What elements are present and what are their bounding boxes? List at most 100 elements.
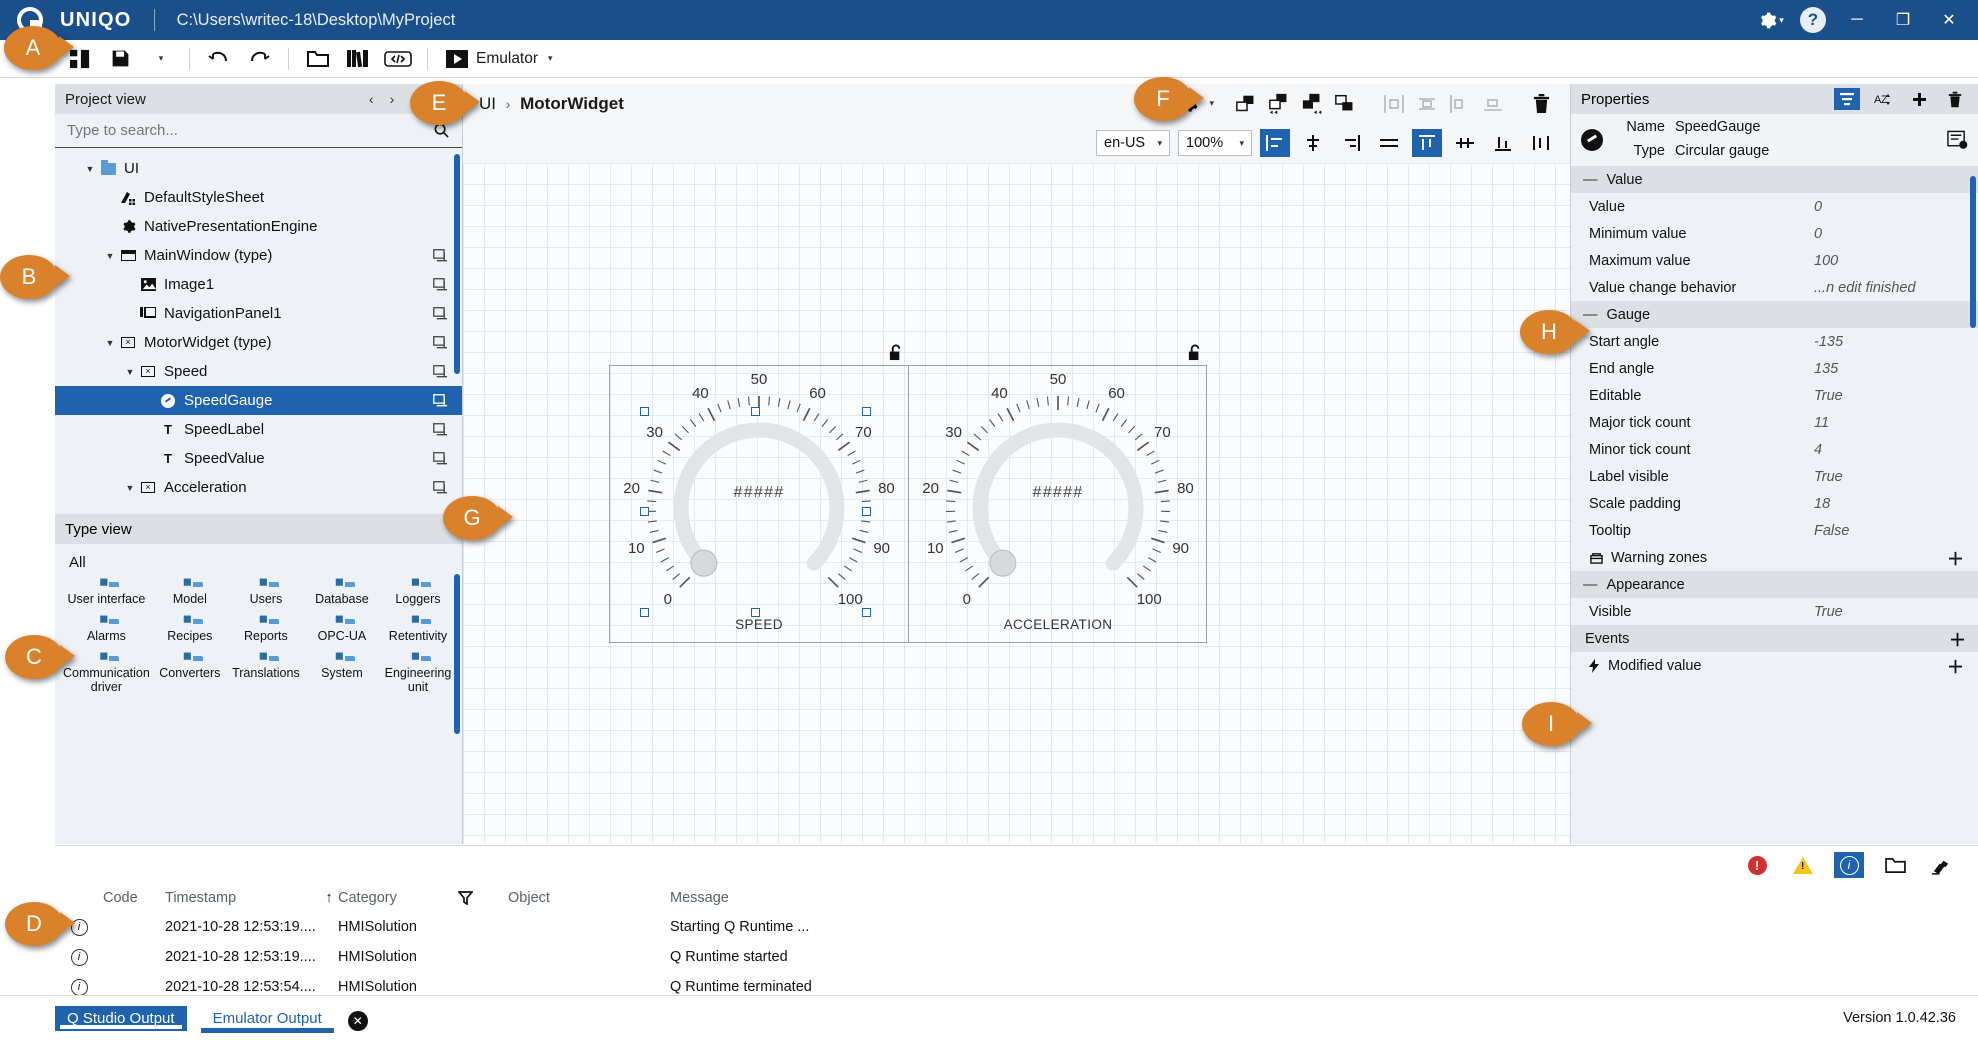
add-warning-zone-button[interactable]: ＋	[1947, 545, 1964, 570]
tree-item-acceleration[interactable]: ▼ Acceleration	[55, 473, 462, 502]
chevron-down-icon[interactable]: ▼	[83, 164, 97, 174]
tree-item-navigationpanel1[interactable]: NavigationPanel1	[55, 299, 462, 328]
nav-next-icon[interactable]: ›	[390, 91, 395, 107]
column-header-code[interactable]: Code	[103, 890, 165, 906]
locale-select[interactable]: en-US ▾	[1096, 130, 1170, 156]
distribute-left-icon[interactable]	[1379, 90, 1409, 118]
minimize-button[interactable]: ─	[1834, 0, 1880, 40]
property-value[interactable]: 135	[1814, 361, 1964, 377]
undo-icon[interactable]	[202, 42, 236, 76]
events-section-header[interactable]: Events ＋	[1571, 625, 1978, 652]
property-row-maximum-value[interactable]: Maximum value 100	[1571, 247, 1978, 274]
type-item-converters[interactable]: ◼ Converters	[152, 649, 228, 705]
collapse-icon[interactable]: —	[1583, 577, 1598, 593]
property-value[interactable]: 4	[1814, 442, 1964, 458]
align-bottom-icon[interactable]	[1488, 129, 1518, 157]
tree-item-mainwindow-type[interactable]: ▼ MainWindow (type)	[55, 241, 462, 270]
property-value[interactable]: -135	[1814, 334, 1964, 350]
column-header-message[interactable]: Message	[670, 890, 1978, 906]
resize-handle[interactable]	[862, 507, 871, 516]
close-button[interactable]: ✕	[1926, 0, 1972, 40]
log-row[interactable]: i 2021-10-28 12:53:19.... HMISolution Start…	[55, 912, 1978, 942]
chevron-down-icon[interactable]: ▼	[103, 338, 117, 348]
bring-forward-icon[interactable]	[1298, 90, 1328, 118]
properties-list[interactable]: — Value Value 0 Minimum value 0 Maximum value 1…	[1571, 166, 1978, 679]
property-section-appearance[interactable]: — Appearance	[1571, 571, 1978, 598]
column-header-category[interactable]: Category	[338, 890, 458, 906]
chevron-down-icon[interactable]: ▼	[123, 367, 137, 377]
instance-icon[interactable]	[433, 335, 448, 350]
type-item-user-interface[interactable]: ◼ User interface	[61, 576, 152, 616]
type-item-loggers[interactable]: ◼ Loggers	[380, 576, 456, 616]
column-header-timestamp[interactable]: Timestamp	[165, 890, 320, 906]
add-event-handler-button[interactable]: ＋	[1947, 653, 1964, 678]
property-row-label-visible[interactable]: Label visible True	[1571, 463, 1978, 490]
add-event-button[interactable]: ＋	[1949, 626, 1966, 651]
align-vstretch-icon[interactable]	[1526, 129, 1556, 157]
unlock-icon[interactable]	[1187, 344, 1204, 361]
align-left-icon[interactable]	[1260, 129, 1290, 157]
resize-handle[interactable]	[640, 407, 649, 416]
log-rows[interactable]: i 2021-10-28 12:53:19.... HMISolution Start…	[55, 912, 1978, 1002]
tree-item-nativepresentationengine[interactable]: NativePresentationEngine	[55, 212, 462, 241]
config-list-icon[interactable]	[1947, 130, 1968, 150]
resize-handle[interactable]	[862, 608, 871, 617]
type-view-scrollbar[interactable]	[454, 574, 460, 734]
distribute-bottom-icon[interactable]	[1478, 90, 1508, 118]
property-row-value[interactable]: Value 0	[1571, 193, 1978, 220]
properties-scrollbar[interactable]	[1970, 176, 1976, 328]
filter-icon[interactable]	[1834, 88, 1860, 110]
instance-icon[interactable]	[433, 277, 448, 292]
property-value[interactable]: True	[1814, 388, 1964, 404]
instance-icon[interactable]	[433, 248, 448, 263]
event-row-modified-value[interactable]: Modified value ＋	[1571, 652, 1978, 679]
property-section-gauge[interactable]: — Gauge	[1571, 301, 1978, 328]
property-row-value-change-behavior[interactable]: Value change behavior ...n edit finished	[1571, 274, 1978, 301]
type-view-grid[interactable]: ◼ User interface ◼ Model ◼ Users ◼ Database ◼ Log…	[55, 575, 462, 708]
type-item-engineering-unit[interactable]: ◼ Engineering unit	[380, 649, 456, 705]
unlock-icon[interactable]	[888, 344, 905, 361]
error-icon[interactable]: !	[1742, 852, 1772, 878]
project-tree-scrollbar[interactable]	[454, 154, 460, 374]
property-value[interactable]: 18	[1814, 496, 1964, 512]
property-row-end-angle[interactable]: End angle 135	[1571, 355, 1978, 382]
property-row-minor-tick-count[interactable]: Minor tick count 4	[1571, 436, 1978, 463]
align-hstretch-icon[interactable]	[1374, 129, 1404, 157]
instance-icon[interactable]	[433, 364, 448, 379]
project-search-bar[interactable]	[55, 114, 462, 148]
breadcrumb-root[interactable]: UI	[479, 94, 496, 113]
tree-item-speed[interactable]: ▼ Speed	[55, 357, 462, 386]
sort-ascending-icon[interactable]: ↑	[320, 890, 338, 906]
property-value[interactable]: True	[1814, 469, 1964, 485]
type-item-database[interactable]: ◼ Database	[304, 576, 380, 616]
property-row-editable[interactable]: Editable True	[1571, 382, 1978, 409]
search-input[interactable]	[67, 122, 433, 139]
tree-item-motorwidget-type[interactable]: ▼ MotorWidget (type)	[55, 328, 462, 357]
redo-icon[interactable]	[242, 42, 276, 76]
speed-gauge-pane[interactable]: 0 10 20 30 40 50 60 70 80 90 100 ##### SPEED	[610, 344, 908, 642]
chevron-down-icon[interactable]: ▼	[103, 251, 117, 261]
resize-handle[interactable]	[862, 407, 871, 416]
save-dropdown-caret[interactable]: ▾	[143, 42, 177, 76]
tab-emulator-output[interactable]: Emulator Output	[200, 1006, 335, 1033]
run-target-caret-icon[interactable]: ▾	[548, 53, 553, 64]
type-view-filter-label[interactable]: All	[55, 544, 462, 575]
maximize-button[interactable]: ❐	[1880, 0, 1926, 40]
align-right-icon[interactable]	[1336, 129, 1366, 157]
library-icon[interactable]	[341, 42, 375, 76]
info-icon[interactable]: i	[1834, 852, 1864, 878]
close-icon[interactable]: ✕	[347, 1010, 368, 1031]
resize-handle[interactable]	[751, 407, 760, 416]
property-row-major-tick-count[interactable]: Major tick count 11	[1571, 409, 1978, 436]
type-item-translations[interactable]: ◼ Translations	[228, 649, 304, 705]
instance-icon[interactable]	[433, 306, 448, 321]
chevron-down-icon[interactable]: ▼	[123, 483, 137, 493]
clear-icon[interactable]	[1926, 852, 1956, 878]
tree-item-speedgauge[interactable]: SpeedGauge	[55, 386, 462, 415]
send-back-icon[interactable]	[1331, 90, 1361, 118]
instance-icon[interactable]	[433, 480, 448, 495]
help-button[interactable]: ?	[1792, 0, 1834, 40]
type-item-recipes[interactable]: ◼ Recipes	[152, 612, 228, 653]
property-value[interactable]: True	[1814, 604, 1964, 620]
sort-az-icon[interactable]: AZ	[1870, 88, 1896, 110]
